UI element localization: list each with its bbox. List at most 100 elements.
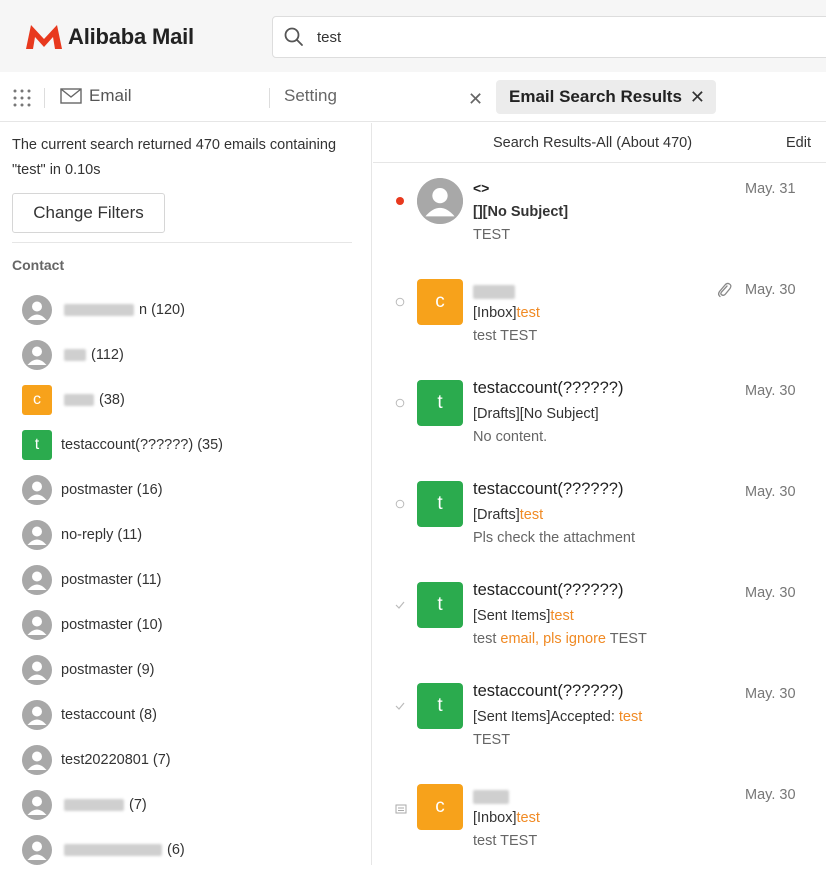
draft-icon[interactable]: [395, 803, 407, 815]
attachment-icon: [717, 282, 732, 298]
read-circle-icon[interactable]: [395, 297, 405, 307]
contact-label: postmaster (10): [61, 617, 163, 633]
redacted-name: [64, 844, 162, 856]
search-summary-text: The current search returned 470 emails c…: [12, 137, 337, 178]
mail-preview: test email, pls ignore TEST: [473, 631, 647, 647]
search-highlight: test: [516, 305, 540, 321]
close-setting-tab-icon[interactable]: ✕: [468, 89, 483, 110]
search-input[interactable]: [317, 28, 797, 46]
avatar: t: [417, 481, 463, 527]
sent-check-icon[interactable]: [395, 600, 405, 610]
contact-item[interactable]: t testaccount(??????) (35): [22, 430, 223, 460]
contact-item[interactable]: (7): [22, 790, 147, 820]
tab-email[interactable]: Email: [60, 86, 132, 106]
search-highlight: test: [618, 709, 643, 725]
search-highlight: test: [550, 608, 574, 624]
avatar: t: [417, 683, 463, 729]
user-avatar-icon: [22, 295, 52, 325]
change-filters-button[interactable]: Change Filters: [12, 193, 165, 233]
mail-subject: [Inbox]test: [473, 305, 540, 321]
redacted-sender: [473, 285, 515, 299]
mail-item[interactable]: c [Inbox]test test TEST May. 30: [373, 265, 826, 366]
apps-grid-icon[interactable]: [12, 88, 32, 108]
mail-date: May. 30: [745, 686, 796, 702]
contact-item[interactable]: postmaster (10): [22, 610, 163, 640]
avatar: [22, 610, 52, 640]
mail-preview: Pls check the attachment: [473, 530, 635, 546]
contact-item[interactable]: postmaster (11): [22, 565, 161, 595]
avatar: [22, 745, 52, 775]
search-bar[interactable]: [272, 16, 826, 58]
user-avatar-icon: [22, 340, 52, 370]
tab-divider: [44, 88, 45, 108]
contact-label: (7): [129, 797, 147, 813]
tab-email-search-results[interactable]: Email Search Results ✕: [496, 80, 716, 114]
user-avatar-icon: [22, 520, 52, 550]
avatar: [22, 790, 52, 820]
mail-item[interactable]: <> [][No Subject] TEST May. 31: [373, 164, 826, 265]
mail-item[interactable]: t testaccount(??????) [Drafts][No Subject]…: [373, 366, 826, 467]
avatar: c: [22, 385, 52, 415]
redacted-sender: [473, 790, 509, 804]
avatar: [22, 835, 52, 865]
mail-preview: No content.: [473, 429, 548, 445]
user-avatar-icon: [22, 655, 52, 685]
user-avatar-icon: [22, 565, 52, 595]
avatar: [22, 655, 52, 685]
sent-check-icon[interactable]: [395, 701, 405, 711]
unread-dot-icon[interactable]: [395, 196, 405, 206]
user-avatar-icon: [22, 790, 52, 820]
contact-label: testaccount(??????) (35): [61, 437, 224, 453]
contact-item[interactable]: (6): [22, 835, 185, 865]
mail-sender: testaccount(??????): [473, 682, 624, 700]
contact-item[interactable]: no-reply (11): [22, 520, 142, 550]
search-highlight: email, pls ignore: [500, 631, 606, 647]
avatar: [22, 520, 52, 550]
contact-item[interactable]: (112): [22, 340, 124, 370]
contact-item[interactable]: test20220801 (7): [22, 745, 171, 775]
tab-setting[interactable]: Setting: [284, 86, 337, 106]
tab-bar: Email Setting ✕ Email Search Results ✕: [0, 72, 826, 122]
tab-search-results-label: Email Search Results: [509, 87, 682, 106]
contact-label: no-reply (11): [61, 527, 143, 543]
mail-subject: [Drafts][No Subject]: [473, 406, 599, 422]
search-highlight: test: [519, 507, 544, 523]
redacted-name: [64, 394, 94, 406]
logo-text: Alibaba Mail: [68, 24, 194, 49]
mail-date: May. 30: [745, 484, 796, 500]
contact-label: (112): [91, 347, 124, 363]
read-circle-icon[interactable]: [395, 499, 405, 509]
contact-item[interactable]: c (38): [22, 385, 125, 415]
mail-sender: <>: [473, 180, 490, 196]
avatar: c: [417, 279, 463, 325]
mail-date: May. 30: [745, 282, 796, 298]
contact-item[interactable]: postmaster (9): [22, 655, 154, 685]
edit-button[interactable]: Edit: [786, 135, 811, 151]
user-avatar-icon: [22, 745, 52, 775]
mail-preview: TEST: [473, 732, 511, 748]
contact-label: postmaster (11): [61, 572, 162, 588]
close-icon[interactable]: ✕: [690, 87, 705, 108]
mail-item[interactable]: t testaccount(??????) [Drafts]test Pls chec…: [373, 467, 826, 568]
user-avatar-icon: [417, 178, 463, 224]
mail-sender: testaccount(??????): [473, 379, 624, 397]
contact-item[interactable]: testaccount (8): [22, 700, 157, 730]
mail-item[interactable]: c [Inbox]test test TEST May. 30: [373, 770, 826, 871]
mail-date: May. 30: [745, 585, 796, 601]
search-icon[interactable]: [283, 26, 305, 48]
mail-date: May. 31: [745, 181, 796, 197]
logo[interactable]: Alibaba Mail: [24, 22, 194, 52]
read-circle-icon[interactable]: [395, 398, 405, 408]
mail-item[interactable]: t testaccount(??????) [Sent Items]test test…: [373, 568, 826, 669]
mail-subject-prefix: [Sent Items]: [473, 608, 551, 624]
mail-subject-prefix: [Sent Items]Accepted:: [473, 709, 619, 725]
contact-item[interactable]: n (120): [22, 295, 185, 325]
user-avatar-icon: [22, 475, 52, 505]
contact-item[interactable]: postmaster (16): [22, 475, 163, 505]
contact-label: test20220801 (7): [61, 752, 171, 768]
avatar: [22, 295, 52, 325]
avatar: t: [22, 430, 52, 460]
mail-item[interactable]: t testaccount(??????) [Sent Items]Accepted…: [373, 669, 826, 770]
mail-subject-prefix: [Inbox]: [473, 810, 517, 826]
user-avatar-icon: [22, 700, 52, 730]
